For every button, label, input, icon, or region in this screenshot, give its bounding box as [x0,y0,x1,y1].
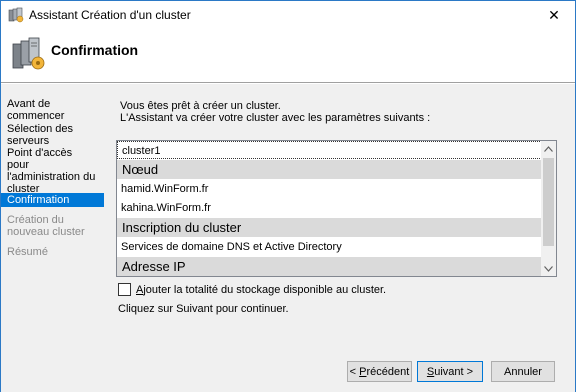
next-button[interactable]: Suivant > [417,361,483,382]
nav-step-confirmation[interactable]: Confirmation [1,193,104,207]
settings-listbox[interactable]: cluster1 Nœud hamid.WinForm.fr kahina.Wi… [116,140,557,277]
nav-step-creation-cluster: Création du nouveau cluster [7,214,85,238]
previous-button[interactable]: < Précédent [347,361,412,382]
nav-step-resume: Résumé [7,246,48,258]
list-group-header: Inscription du cluster [117,218,542,237]
cluster-wizard-icon [8,7,24,23]
continue-hint: Cliquez sur Suivant pour continuer. [118,303,289,315]
list-group-header: Adresse IP [117,257,542,276]
window-title: Assistant Création d'un cluster [29,8,191,22]
title-bar[interactable]: Assistant Création d'un cluster ✕ [1,1,575,30]
intro-text-line2: L'Assistant va créer votre cluster avec … [120,112,431,124]
list-item[interactable]: Services de domaine DNS et Active Direct… [117,238,542,256]
close-button[interactable]: ✕ [533,1,575,30]
add-storage-label[interactable]: Ajouter la totalité du stockage disponib… [136,284,386,296]
wizard-window: Assistant Création d'un cluster ✕ Confir… [0,0,576,392]
list-scrollbar[interactable] [541,141,556,276]
page-title: Confirmation [51,42,139,58]
nav-step-avant-de-commencer[interactable]: Avant de commencer [1,98,104,122]
intro-text-line1: Vous êtes prêt à créer un cluster. [120,100,281,112]
scroll-down-arrow-icon[interactable] [541,261,556,276]
scroll-up-arrow-icon[interactable] [541,141,556,156]
close-icon: ✕ [548,7,560,23]
list-group-header: Nœud [117,160,542,179]
add-storage-option[interactable]: Ajouter la totalité du stockage disponib… [118,283,386,296]
wizard-body: Avant de commencer Sélection des serveur… [1,84,575,392]
nav-step-selection-serveurs[interactable]: Sélection des serveurs [1,123,104,147]
wizard-header: Confirmation [1,30,575,83]
nav-step-point-acces[interactable]: Point d'accès pour l'administration du c… [1,147,97,195]
scrollbar-thumb[interactable] [543,158,554,246]
list-item[interactable]: kahina.WinForm.fr [117,199,542,217]
add-storage-checkbox[interactable] [118,283,131,296]
list-item[interactable]: hamid.WinForm.fr [117,180,542,198]
list-item[interactable]: cluster1 [117,141,542,159]
cancel-button[interactable]: Annuler [491,361,555,382]
server-cluster-icon [10,36,46,72]
